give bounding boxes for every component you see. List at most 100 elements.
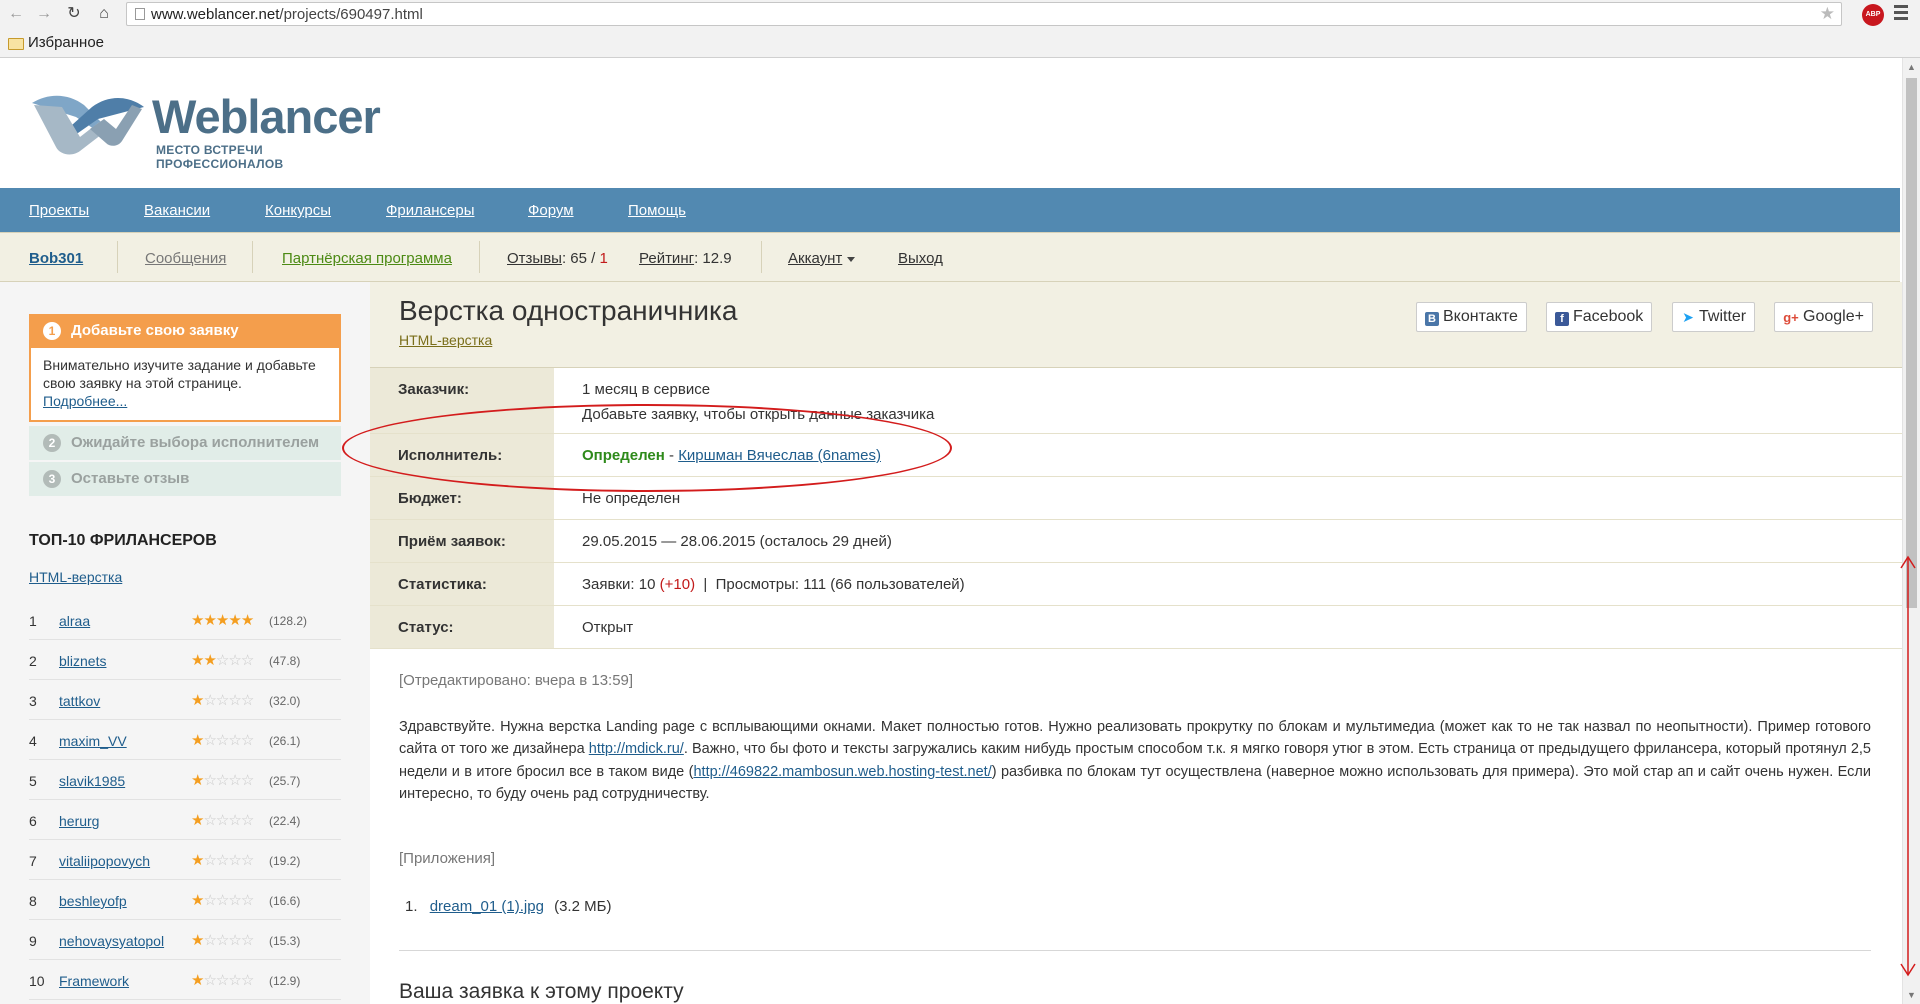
customer-row: Заказчик: 1 месяц в сервисе Добавьте зая…: [370, 368, 1902, 434]
scroll-down-icon[interactable]: ▼: [1907, 990, 1916, 1000]
freelancer-name-link[interactable]: nehovaysyatopol: [59, 933, 164, 949]
freelancer-name-link[interactable]: tattkov: [59, 693, 100, 709]
step-add-bid[interactable]: 1 Добавьте свою заявку: [29, 314, 341, 348]
adblock-icon[interactable]: ABP: [1862, 4, 1884, 26]
star-icon: ☆: [228, 732, 241, 749]
share-label: Twitter: [1699, 308, 1747, 325]
freelancer-rating: (22.4): [269, 814, 301, 828]
star-icon: ☆: [228, 852, 241, 869]
project-category-link[interactable]: HTML-верстка: [399, 332, 492, 348]
rating-link[interactable]: Рейтинг: [639, 250, 694, 267]
freelancer-rank: 4: [29, 733, 37, 749]
page-title: Верстка одностраничника: [399, 295, 738, 326]
freelancer-rating: (16.6): [269, 894, 301, 908]
nav-projects[interactable]: Проекты: [29, 202, 89, 219]
back-icon[interactable]: ←: [6, 4, 26, 24]
star-rating: ★☆☆☆☆: [191, 731, 254, 749]
site-logo[interactable]: Weblancer МЕСТО ВСТРЕЧИ ПРОФЕССИОНАЛОВ: [28, 85, 381, 171]
star-icon: ☆: [215, 772, 229, 789]
reload-icon[interactable]: ↻: [64, 4, 84, 24]
twitter-icon: ➤: [1681, 309, 1695, 325]
freelancer-name-link[interactable]: alraa: [59, 613, 90, 629]
star-icon: ☆: [228, 772, 241, 789]
nav-vacancies[interactable]: Вакансии: [144, 202, 210, 219]
star-rating: ★☆☆☆☆: [191, 931, 254, 949]
browser-menu-icon[interactable]: [1894, 5, 1908, 23]
freelancer-rank: 9: [29, 933, 37, 949]
step-number: 2: [43, 434, 61, 452]
share-label: Google+: [1803, 308, 1864, 325]
previous-work-link[interactable]: http://469822.mambosun.web.hosting-test.…: [693, 764, 991, 780]
star-rating: ★☆☆☆☆: [191, 971, 254, 989]
scrollbar-thumb[interactable]: [1906, 78, 1917, 608]
top10-category-link[interactable]: HTML-верстка: [29, 569, 122, 585]
star-rating: ★★★★★: [191, 611, 254, 629]
freelancer-name-link[interactable]: bliznets: [59, 653, 106, 669]
nav-contests[interactable]: Конкурсы: [265, 202, 331, 219]
attachment-link[interactable]: dream_01 (1).jpg: [430, 898, 544, 915]
messages-link[interactable]: Сообщения: [145, 250, 226, 267]
sidebar: 1 Добавьте свою заявку Внимательно изучи…: [0, 282, 370, 1004]
account-dropdown[interactable]: Аккаунт: [788, 250, 856, 267]
bids-period-value: 29.05.2015 — 28.06.2015 (осталось 29 дне…: [582, 533, 892, 550]
freelancer-row: 3 tattkov ★☆☆☆☆ (32.0): [29, 680, 341, 720]
project-description: Здравствуйте. Нужна верстка Landing page…: [399, 716, 1871, 805]
nav-help[interactable]: Помощь: [628, 202, 686, 219]
share-twitter-button[interactable]: ➤ Twitter: [1672, 302, 1756, 332]
freelancer-name-link[interactable]: Framework: [59, 973, 129, 989]
freelancer-row: 2 bliznets ★★☆☆☆ (47.8): [29, 640, 341, 680]
freelancer-row: 7 vitaliipopovych ★☆☆☆☆ (19.2): [29, 840, 341, 880]
home-icon[interactable]: ⌂: [94, 4, 114, 24]
executor-status: Определен: [582, 447, 665, 464]
page-icon: [135, 8, 145, 20]
username-link[interactable]: Bob301: [29, 250, 83, 267]
freelancer-name-link[interactable]: slavik1985: [59, 773, 125, 789]
executor-profile-link[interactable]: Киршман Вячеслав (6names): [678, 447, 881, 464]
star-icon: ☆: [203, 972, 216, 989]
facebook-icon: f: [1555, 312, 1569, 326]
nav-forum[interactable]: Форум: [528, 202, 574, 219]
nav-freelancers[interactable]: Фрилансеры: [386, 202, 474, 219]
step-add-bid-details: Внимательно изучите задание и добавьте с…: [29, 348, 341, 422]
partner-program-link[interactable]: Партнёрская программа: [282, 250, 452, 267]
url-host: www.weblancer.net: [151, 6, 280, 23]
step-label: Оставьте отзыв: [71, 470, 190, 487]
step-label: Ожидайте выбора исполнителем: [71, 434, 320, 451]
project-info-table: Заказчик: 1 месяц в сервисе Добавьте зая…: [370, 368, 1902, 649]
freelancer-name-link[interactable]: maxim_VV: [59, 733, 127, 749]
status-value: Открыт: [582, 619, 634, 636]
star-icon: ☆: [228, 932, 241, 949]
star-icon: ☆: [203, 812, 216, 829]
reviews-negative: 1: [599, 250, 608, 267]
divider: [399, 950, 1871, 951]
scroll-up-icon[interactable]: ▲: [1907, 62, 1916, 72]
freelancer-rating: (25.7): [269, 774, 301, 788]
bookmarks-folder[interactable]: Избранное: [28, 34, 104, 51]
star-icon: ☆: [240, 932, 254, 949]
star-icon: ★: [191, 932, 204, 949]
example-site-link[interactable]: http://mdick.ru/: [589, 741, 684, 757]
executor-label-cell: Исполнитель:: [370, 434, 554, 476]
freelancer-name-link[interactable]: beshleyofp: [59, 893, 127, 909]
reviews-link[interactable]: Отзывы: [507, 250, 562, 267]
freelancer-rank: 1: [29, 613, 37, 629]
freelancer-rating: (19.2): [269, 854, 301, 868]
logout-link[interactable]: Выход: [898, 250, 943, 267]
share-facebook-button[interactable]: f Facebook: [1546, 302, 1653, 332]
account-link[interactable]: Аккаунт: [788, 250, 842, 267]
freelancer-row: 5 slavik1985 ★☆☆☆☆ (25.7): [29, 760, 341, 800]
share-googleplus-button[interactable]: g+ Google+: [1774, 302, 1873, 332]
customer-hint: Добавьте заявку, чтобы открыть данные за…: [582, 406, 935, 423]
star-icon: ☆: [215, 892, 229, 909]
bookmark-star-icon[interactable]: ★: [1820, 4, 1835, 24]
share-vk-button[interactable]: B Вконтакте: [1416, 302, 1527, 332]
star-icon: ☆: [240, 852, 254, 869]
freelancer-name-link[interactable]: vitaliipopovych: [59, 853, 150, 869]
freelancer-row: 1 alraa ★★★★★ (128.2): [29, 600, 341, 640]
more-info-link[interactable]: Подробнее...: [43, 393, 127, 409]
step-add-bid-text: Внимательно изучите задание и добавьте с…: [43, 357, 316, 391]
forward-icon[interactable]: →: [34, 4, 54, 24]
address-bar[interactable]: www.weblancer.net/projects/690497.html ★: [126, 2, 1842, 26]
page-scrollbar[interactable]: ▲ ▼: [1902, 58, 1920, 1004]
freelancer-name-link[interactable]: herurg: [59, 813, 99, 829]
